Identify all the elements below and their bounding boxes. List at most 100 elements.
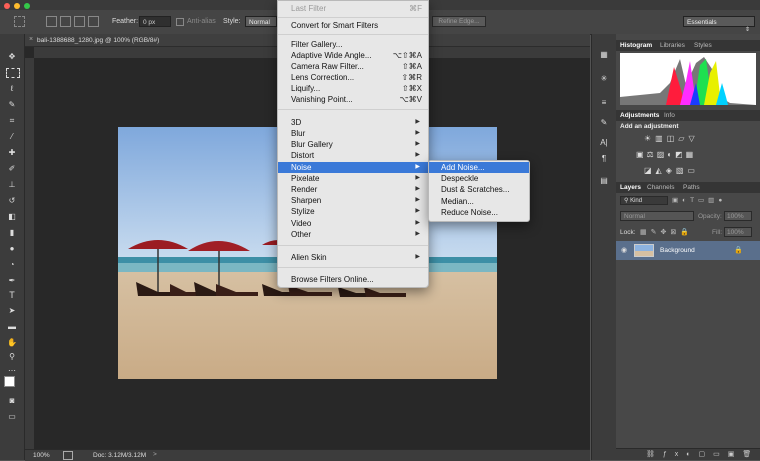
adjustment-icons-row-1[interactable]: ☀▥◫▱▽ <box>644 134 744 144</box>
paragraph-panel-icon[interactable]: ¶ <box>598 154 610 164</box>
crop-tool-icon[interactable]: ⌗ <box>6 116 18 126</box>
marquee-tool-icon[interactable] <box>6 68 20 78</box>
opacity-input[interactable]: 100% <box>724 211 752 221</box>
submenu-arrow-icon: ▶ <box>415 130 420 136</box>
layer-filter-icons[interactable]: ▣◐T▭▥● <box>672 196 756 205</box>
more-tools-icon[interactable]: ⋯ <box>6 366 18 376</box>
submenu-item-reduce-noise[interactable]: Reduce Noise... <box>429 207 529 218</box>
blend-mode-select[interactable]: Normal <box>620 211 694 221</box>
tab-layers[interactable]: Layers <box>620 184 641 191</box>
clone-stamp-tool-icon[interactable]: ⊥ <box>6 180 18 190</box>
layer-row-background[interactable]: ◉ Background 🔒 <box>616 241 760 260</box>
brush-tool-icon[interactable]: ✐ <box>6 164 18 174</box>
tab-adjustments[interactable]: Adjustments <box>620 112 659 119</box>
pen-tool-icon[interactable]: ✒ <box>6 276 18 286</box>
character-panel-icon[interactable]: A| <box>598 138 610 148</box>
menu-item-filter-gallery[interactable]: Filter Gallery... <box>278 39 428 50</box>
menu-item-vanishing-point[interactable]: Vanishing Point... ⌥⌘V <box>278 94 428 105</box>
history-brush-tool-icon[interactable]: ↺ <box>6 196 18 206</box>
type-tool-icon[interactable]: T <box>6 290 18 300</box>
tab-libraries[interactable]: Libraries <box>660 42 685 49</box>
tab-info[interactable]: Info <box>664 112 675 119</box>
menu-item-sharpen[interactable]: Sharpen ▶ <box>278 195 428 206</box>
tab-channels[interactable]: Channels <box>647 184 674 191</box>
menu-item-blur[interactable]: Blur ▶ <box>278 128 428 139</box>
status-arrow-icon[interactable]: > <box>153 451 157 458</box>
menu-item-convert-smart-filters[interactable]: Convert for Smart Filters <box>278 20 428 31</box>
fill-label: Fill: <box>712 229 723 236</box>
tools-panel: ✥ ℓ ✎ ⌗ ⁄ ✚ ✐ ⊥ ↺ ◧ ▮ ● ◔ ✒ T ➤ ▬ ✋ ⚲ ⋯ … <box>0 34 25 460</box>
minimize-window-button[interactable] <box>14 3 20 9</box>
menu-item-noise[interactable]: Noise ▶ <box>278 162 428 173</box>
eraser-tool-icon[interactable]: ◧ <box>6 212 18 222</box>
lasso-tool-icon[interactable]: ℓ <box>6 84 18 94</box>
menu-item-browse-filters-online[interactable]: Browse Filters Online... <box>278 274 428 285</box>
menu-item-last-filter[interactable]: Last Filter ⌘F <box>278 3 428 14</box>
menu-item-alien-skin[interactable]: Alien Skin ▶ <box>278 252 428 263</box>
add-selection-icon[interactable] <box>60 16 71 27</box>
refine-edge-button[interactable]: Refine Edge... <box>432 16 486 27</box>
menu-item-liquify[interactable]: Liquify... ⇧⌘X <box>278 83 428 94</box>
tab-styles[interactable]: Styles <box>694 42 712 49</box>
adjustment-icons-row-3[interactable]: ◪◭◈▧▭ <box>644 166 744 176</box>
menu-item-adaptive-wide-angle[interactable]: Adaptive Wide Angle... ⌥⇧⌘A <box>278 50 428 61</box>
hand-tool-icon[interactable]: ✋ <box>6 338 18 348</box>
menu-item-video[interactable]: Video ▶ <box>278 218 428 229</box>
close-tab-icon[interactable]: × <box>29 36 33 43</box>
style-select[interactable]: Normal <box>245 16 277 27</box>
menu-item-3d[interactable]: 3D ▶ <box>278 117 428 128</box>
blur-tool-icon[interactable]: ● <box>6 244 18 254</box>
marquee-preset-icon[interactable] <box>14 16 25 27</box>
eye-icon[interactable]: ◉ <box>621 246 627 254</box>
adjustment-icons-row-2[interactable]: ▣⚖▨◐◩▦ <box>636 150 746 160</box>
feather-input[interactable]: 0 px <box>139 16 171 27</box>
zoom-level[interactable]: 100% <box>33 452 50 459</box>
kind-filter-select[interactable]: ⚲ Kind <box>620 196 668 205</box>
screen-mode-icon[interactable]: ▭ <box>6 412 18 422</box>
close-window-button[interactable] <box>4 3 10 9</box>
antialias-checkbox[interactable] <box>176 18 184 26</box>
menu-item-lens-correction[interactable]: Lens Correction... ⇧⌘R <box>278 72 428 83</box>
history-panel-icon[interactable]: ▦ <box>598 50 610 60</box>
zoom-window-button[interactable] <box>24 3 30 9</box>
layers-footer-icons[interactable]: ⛓ƒx◐▢▭▣🗑 <box>616 448 760 460</box>
menu-item-render[interactable]: Render ▶ <box>278 184 428 195</box>
move-tool-icon[interactable]: ✥ <box>6 52 18 62</box>
gradient-tool-icon[interactable]: ▮ <box>6 228 18 238</box>
intersect-selection-icon[interactable] <box>88 16 99 27</box>
submenu-arrow-icon: ▶ <box>415 186 420 192</box>
submenu-item-dust-scratches[interactable]: Dust & Scratches... <box>429 184 529 195</box>
tab-histogram[interactable]: Histogram <box>620 42 652 49</box>
fill-input[interactable]: 100% <box>724 227 752 237</box>
eyedropper-tool-icon[interactable]: ⁄ <box>6 132 18 142</box>
navigator-panel-icon[interactable]: ✳ <box>598 74 610 84</box>
tab-paths[interactable]: Paths <box>683 184 700 191</box>
quick-mask-icon[interactable]: ◙ <box>6 396 18 406</box>
zoom-tool-icon[interactable]: ⚲ <box>6 352 18 362</box>
subtract-selection-icon[interactable] <box>74 16 85 27</box>
path-selection-tool-icon[interactable]: ➤ <box>6 306 18 316</box>
menu-item-camera-raw-filter[interactable]: Camera Raw Filter... ⇧⌘A <box>278 61 428 72</box>
foreground-color-swatch[interactable] <box>4 376 15 387</box>
export-icon[interactable] <box>63 451 73 460</box>
submenu-item-median[interactable]: Median... <box>429 196 529 207</box>
menu-item-pixelate[interactable]: Pixelate ▶ <box>278 173 428 184</box>
menu-separator <box>278 109 428 110</box>
healing-brush-tool-icon[interactable]: ✚ <box>6 148 18 158</box>
submenu-item-despeckle[interactable]: Despeckle <box>429 173 529 184</box>
menu-item-other[interactable]: Other ▶ <box>278 229 428 240</box>
document-size: Doc: 3.12M/3.12M <box>93 452 147 459</box>
quick-select-tool-icon[interactable]: ✎ <box>6 100 18 110</box>
properties-panel-icon[interactable]: ▤ <box>598 176 610 186</box>
menu-item-blur-gallery[interactable]: Blur Gallery ▶ <box>278 139 428 150</box>
menu-item-stylize[interactable]: Stylize ▶ <box>278 206 428 217</box>
brushes-icon[interactable]: ✎ <box>598 118 610 128</box>
submenu-item-add-noise[interactable]: Add Noise... <box>429 162 529 173</box>
menu-item-distort[interactable]: Distort ▶ <box>278 150 428 161</box>
dodge-tool-icon[interactable]: ◔ <box>6 260 18 270</box>
brush-settings-icon[interactable]: ≡ <box>598 98 610 108</box>
submenu-arrow-icon: ▶ <box>415 175 420 181</box>
new-selection-icon[interactable] <box>46 16 57 27</box>
lock-icons[interactable]: ▦✎✥⊠🔒 <box>640 228 693 236</box>
rectangle-tool-icon[interactable]: ▬ <box>6 322 18 332</box>
